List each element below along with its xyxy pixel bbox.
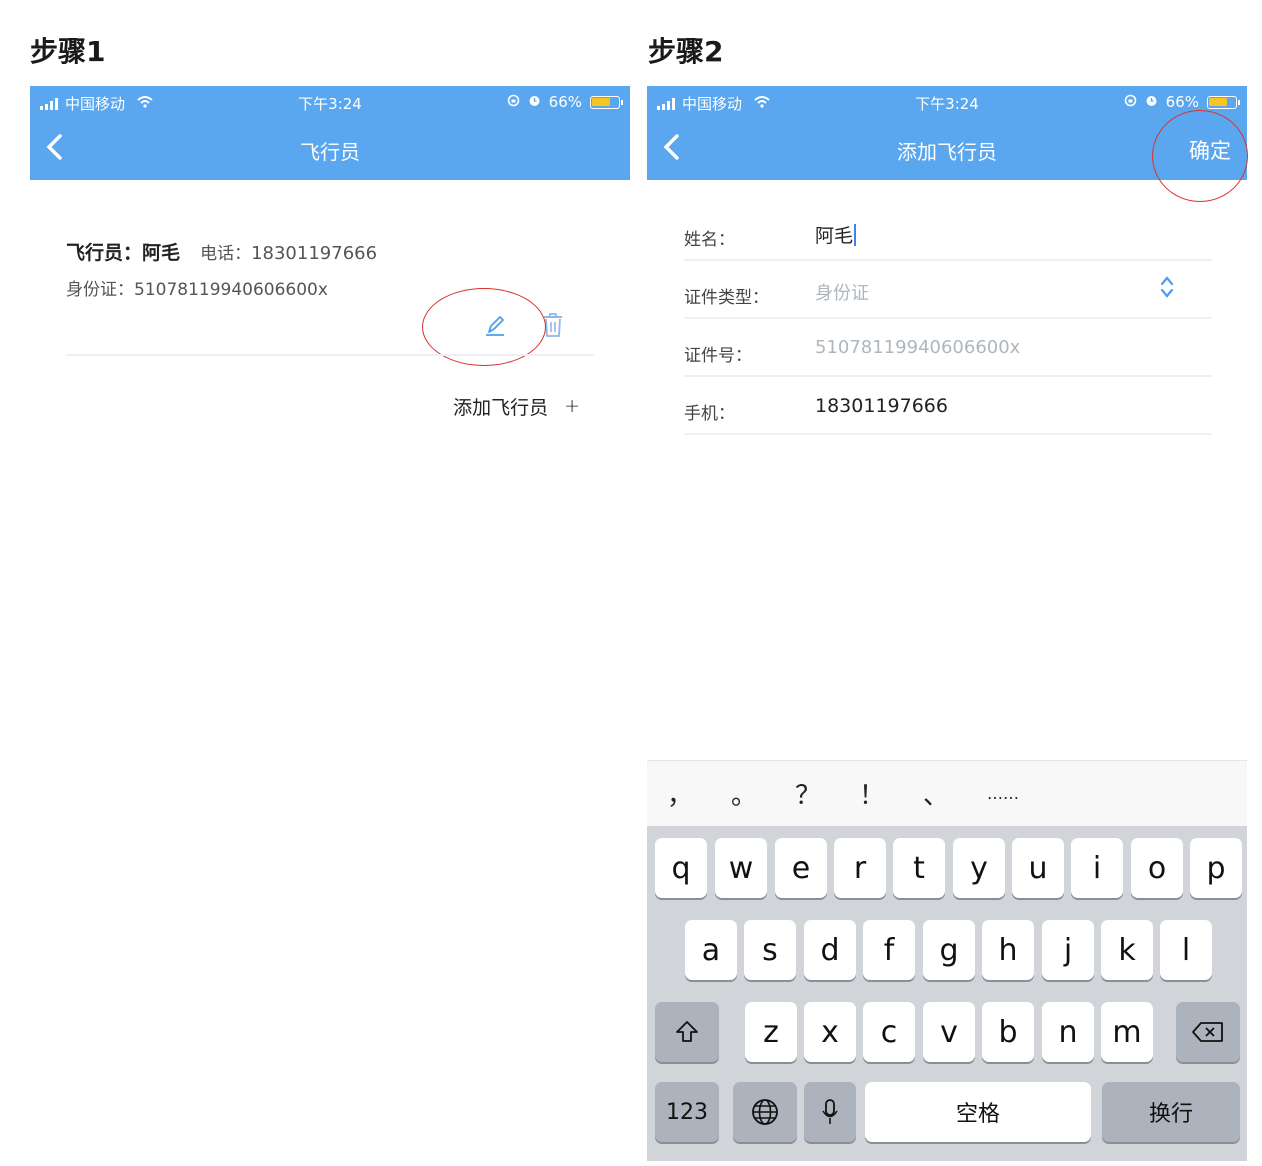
mobile-row[interactable]: 手机： 18301197666 <box>684 377 1212 435</box>
card-actions <box>482 312 564 342</box>
id-number-field[interactable]: 51078119940606600x <box>815 337 1020 358</box>
phone-screen-step1: 中国移动 下午3:24 66% 飞行员 飞行员：阿毛 电话：1830119766… <box>30 86 630 1161</box>
delete-key[interactable] <box>1176 1002 1240 1062</box>
key-q[interactable]: q <box>655 838 707 898</box>
key-e[interactable]: e <box>775 838 827 898</box>
pilot-phone: 18301197666 <box>251 243 378 264</box>
battery-icon <box>590 95 623 109</box>
key-d[interactable]: d <box>804 920 856 980</box>
rotation-lock-icon <box>507 93 520 111</box>
key-w[interactable]: w <box>715 838 767 898</box>
page-title: 飞行员 <box>300 140 360 164</box>
dictation-key[interactable] <box>804 1082 856 1142</box>
id-type-label: 证件类型： <box>684 288 769 308</box>
name-label: 姓名： <box>684 230 735 250</box>
key-a[interactable]: a <box>685 920 737 980</box>
mobile-field[interactable]: 18301197666 <box>815 395 948 417</box>
pencil-icon[interactable] <box>482 312 508 342</box>
battery-percent: 66% <box>1165 93 1199 111</box>
suggestion-key[interactable]: ？ <box>795 775 859 812</box>
battery-percent: 66% <box>548 93 582 111</box>
confirm-button[interactable]: 确定 <box>1189 135 1231 165</box>
key-m[interactable]: m <box>1101 1002 1153 1062</box>
key-y[interactable]: y <box>953 838 1005 898</box>
pilot-phone-label: 电话： <box>200 244 252 264</box>
key-r[interactable]: r <box>834 838 886 898</box>
name-value: 阿毛 <box>815 225 854 247</box>
id-number-label: 证件号： <box>684 346 752 366</box>
status-bar: 中国移动 下午3:24 66% <box>647 86 1247 118</box>
keyboard: q w e r t y u i o p a s d f g h j k l z … <box>647 826 1247 1161</box>
phone-screen-step2: 中国移动 下午3:24 66% 添加飞行员 确定 姓名： 阿毛 证件类型： 身份… <box>647 86 1248 1161</box>
step2-title: 步骤2 <box>648 35 724 68</box>
key-x[interactable]: x <box>804 1002 856 1062</box>
key-j[interactable]: j <box>1042 920 1094 980</box>
battery-icon <box>1207 95 1240 109</box>
updown-chevron-icon[interactable] <box>1160 275 1174 300</box>
alarm-icon <box>528 93 541 111</box>
key-b[interactable]: b <box>982 1002 1034 1062</box>
key-f[interactable]: f <box>863 920 915 980</box>
trash-icon[interactable] <box>542 312 564 342</box>
key-i[interactable]: i <box>1071 838 1123 898</box>
id-type-row[interactable]: 证件类型： 身份证 <box>684 261 1212 319</box>
space-key[interactable]: 空格 <box>865 1082 1091 1142</box>
suggestion-key[interactable]: ！ <box>859 775 923 812</box>
key-g[interactable]: g <box>923 920 975 980</box>
key-o[interactable]: o <box>1131 838 1183 898</box>
key-t[interactable]: t <box>893 838 945 898</box>
status-bar: 中国移动 下午3:24 66% <box>30 86 630 118</box>
suggestion-key[interactable]: ， <box>667 775 731 812</box>
add-pilot-label: 添加飞行员 <box>453 396 549 419</box>
id-type-select[interactable]: 身份证 <box>815 279 869 305</box>
key-c[interactable]: c <box>863 1002 915 1062</box>
keyboard-suggestion-bar: ， 。 ？ ！ 、 …… <box>647 760 1247 826</box>
numbers-key[interactable]: 123 <box>655 1082 719 1142</box>
pilot-name: 阿毛 <box>142 242 181 264</box>
globe-icon <box>752 1099 778 1125</box>
alarm-icon <box>1145 93 1158 111</box>
add-pilot-form: 姓名： 阿毛 证件类型： 身份证 证件号： 51078119940606600x… <box>684 203 1212 435</box>
microphone-icon <box>822 1099 838 1124</box>
key-n[interactable]: n <box>1042 1002 1094 1062</box>
key-k[interactable]: k <box>1101 920 1153 980</box>
name-row[interactable]: 姓名： 阿毛 <box>684 203 1212 261</box>
key-z[interactable]: z <box>745 1002 797 1062</box>
pilot-name-label: 飞行员： <box>66 242 143 264</box>
name-field[interactable]: 阿毛 <box>815 221 857 248</box>
key-s[interactable]: s <box>744 920 796 980</box>
nav-bar: 飞行员 <box>30 118 630 180</box>
plus-icon: + <box>564 395 580 417</box>
pilot-card: 飞行员：阿毛 电话：18301197666 身份证：51078119940606… <box>66 238 596 300</box>
key-p[interactable]: p <box>1190 838 1242 898</box>
return-key[interactable]: 换行 <box>1102 1082 1240 1142</box>
id-number-row[interactable]: 证件号： 51078119940606600x <box>684 319 1212 377</box>
mobile-label: 手机： <box>684 404 735 424</box>
suggestion-key[interactable]: 。 <box>731 775 795 812</box>
key-h[interactable]: h <box>982 920 1034 980</box>
add-pilot-button[interactable]: 添加飞行员 + <box>453 392 580 420</box>
key-l[interactable]: l <box>1160 920 1212 980</box>
suggestion-key[interactable]: 、 <box>923 775 987 812</box>
suggestion-key[interactable]: …… <box>987 784 1051 803</box>
backspace-icon <box>1192 1022 1223 1042</box>
page-title: 添加飞行员 <box>897 140 997 164</box>
shift-icon <box>676 1021 698 1042</box>
shift-key[interactable] <box>655 1002 719 1062</box>
divider <box>66 354 594 356</box>
pilot-id-label: 身份证： <box>66 280 134 300</box>
globe-key[interactable] <box>733 1082 797 1142</box>
text-cursor <box>854 224 857 246</box>
key-v[interactable]: v <box>923 1002 975 1062</box>
step1-title: 步骤1 <box>30 35 106 68</box>
nav-bar: 添加飞行员 确定 <box>647 118 1247 180</box>
key-u[interactable]: u <box>1012 838 1064 898</box>
rotation-lock-icon <box>1124 93 1137 111</box>
pilot-id-number: 51078119940606600x <box>134 280 328 300</box>
